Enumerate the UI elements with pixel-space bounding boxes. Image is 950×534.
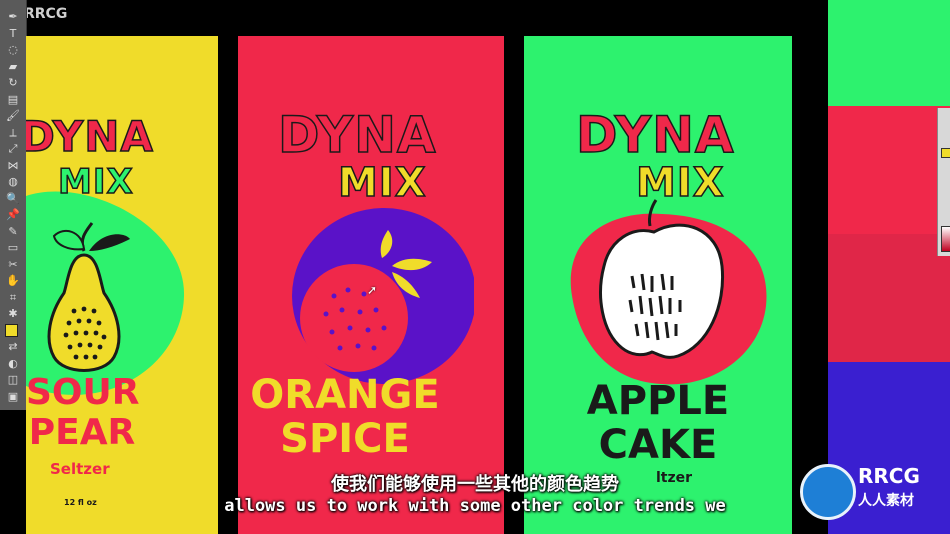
flavor-name-line2: SPICE (280, 416, 410, 462)
brush-icon[interactable]: 🖌 (5, 109, 21, 123)
logo-text: RRCG (858, 464, 920, 488)
screen-mode-icon[interactable]: ▣ (5, 390, 21, 404)
width-icon[interactable]: ⟂ (5, 126, 21, 140)
fill-swatch-icon[interactable] (941, 148, 950, 158)
brand-dyna: DYNA (575, 105, 735, 165)
zoom-icon[interactable]: 🔍 (5, 192, 21, 206)
gradient-icon[interactable]: ▤ (5, 93, 21, 107)
symbol-icon[interactable]: ✱ (5, 307, 21, 321)
brand-dyna: DYNA (26, 111, 154, 162)
eraser-icon[interactable]: ▰ (5, 60, 21, 74)
flavor-name-line2: CAKE (598, 422, 718, 468)
hand-icon[interactable]: ✋ (5, 274, 21, 288)
shape-builder-icon[interactable]: ◍ (5, 175, 21, 189)
swatch-dark-red[interactable] (828, 234, 950, 362)
logo-badge-icon (800, 464, 856, 520)
swatch-red[interactable] (828, 106, 950, 234)
scale-icon[interactable]: ⤢ (5, 142, 21, 156)
eyedropper-icon[interactable]: ✎ (5, 225, 21, 239)
brand-dyna: DYNA (277, 105, 437, 165)
flavor-name-line1: APPLE (586, 378, 730, 424)
artboard-icon[interactable]: ▭ (5, 241, 21, 255)
blend-icon[interactable]: ⋈ (5, 159, 21, 173)
flavor-name-line1: SOUR (26, 372, 140, 413)
slice-icon[interactable]: ✂ (5, 258, 21, 272)
logo-subtitle: 人人素材 (858, 493, 914, 509)
flavor-name-line1: ORANGE (250, 372, 440, 418)
mesh-icon[interactable]: ⌗ (5, 291, 21, 305)
apple-icon (570, 199, 767, 385)
color-mode-icon[interactable]: ◐ (5, 357, 21, 371)
artboard-sour-pear[interactable]: DYNA MIX SOUR PEAR Seltzer 12 fl oz (26, 36, 218, 534)
draw-mode-icon[interactable]: ◫ (5, 373, 21, 387)
properties-panel[interactable] (937, 108, 950, 256)
brand-mix: MIX (337, 159, 427, 207)
pear-icon (47, 222, 130, 372)
tools-panel: ✒ T ◌ ▰ ↻ ▤ 🖌 ⟂ ⤢ ⋈ ◍ 🔍 📌 ✎ ▭ ✂ ✋ ⌗ ✱ ⇄ ◐ ◫ ▣ (0, 0, 27, 410)
gradient-swatch-icon[interactable] (941, 226, 950, 252)
flavor-name-line2: PEAR (28, 412, 136, 453)
fill-stroke-icon[interactable] (5, 323, 18, 337)
artboard-apple-cake[interactable]: DYNA MIX APPLE CAKE ltzer (524, 36, 792, 534)
brand-mix: MIX (57, 161, 134, 203)
mouse-cursor-icon: ➚ (367, 283, 378, 297)
swap-icon[interactable]: ⇄ (5, 340, 21, 354)
rotate-icon[interactable]: ↻ (5, 76, 21, 90)
pen-icon[interactable]: ✒ (5, 10, 21, 24)
pin-icon[interactable]: 📌 (5, 208, 21, 222)
swatch-green[interactable] (828, 0, 950, 106)
type-icon[interactable]: T (5, 27, 21, 41)
watermark-text: RRCG (24, 6, 68, 22)
lasso-icon[interactable]: ◌ (5, 43, 21, 57)
rrcg-logo: RRCG 人人素材 (798, 462, 948, 520)
